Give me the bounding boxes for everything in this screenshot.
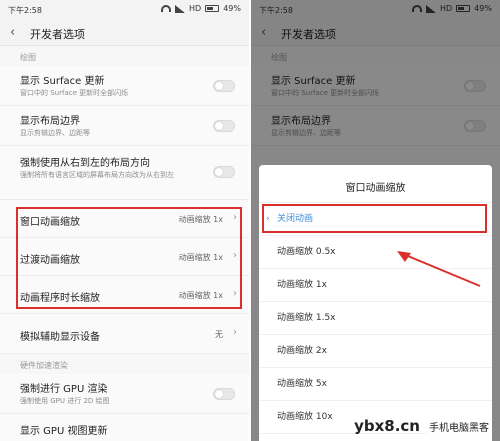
- row-subtitle: 强制将所有语言区域的屏幕布局方向改为从右到左: [20, 171, 174, 179]
- battery-label: 49%: [223, 4, 241, 13]
- battery-icon: [205, 5, 220, 12]
- row-subtitle: 强制使用 GPU 进行 2D 绘图: [20, 397, 110, 405]
- row-transition-animation[interactable]: 过渡动画缩放 动画缩放 1x ›: [0, 238, 249, 276]
- row-subtitle: 窗口中的 Surface 更新时全部闪烁: [20, 89, 129, 97]
- watermark-site: ybx8.cn: [354, 417, 420, 435]
- chevron-right-icon: ›: [266, 214, 270, 224]
- watermark-name: 手机电脑黑客: [426, 417, 492, 435]
- row-subtitle: 显示剪辑边界、边距等: [20, 129, 90, 137]
- toggle-switch[interactable]: [213, 80, 235, 92]
- arrow-annotation: [397, 251, 481, 287]
- row-value: 动画缩放 1x: [178, 291, 223, 300]
- status-time: 下午2:58: [8, 6, 42, 15]
- row-gpu-view-updates[interactable]: 显示 GPU 视图更新: [0, 414, 249, 441]
- option-label: 动画缩放 2x: [277, 346, 327, 356]
- row-simulate-display[interactable]: 模拟辅助显示设备 无 ›: [0, 314, 249, 354]
- back-icon[interactable]: ‹: [10, 25, 15, 40]
- wifi-icon: [161, 5, 172, 12]
- row-layout-bounds[interactable]: 显示布局边界 显示剪辑边界、边距等: [0, 106, 249, 146]
- option-5x[interactable]: 动画缩放 5x: [259, 368, 492, 401]
- row-title: 强制使用从右到左的布局方向: [20, 158, 150, 169]
- right-screenshot: 下午2:58 HD 49% ‹ 开发者选项 绘图 显示 Surface 更新 窗…: [251, 0, 500, 441]
- animation-scale-dialog: 窗口动画缩放 › 关闭动画 动画缩放 0.5x 动画缩放 1x 动画缩放 1.5…: [259, 165, 492, 441]
- toggle-switch[interactable]: [213, 388, 235, 400]
- dialog-title: 窗口动画缩放: [259, 165, 492, 203]
- row-force-gpu[interactable]: 强制进行 GPU 渲染 强制使用 GPU 进行 2D 绘图: [0, 374, 249, 414]
- row-surface-updates[interactable]: 显示 Surface 更新 窗口中的 Surface 更新时全部闪烁: [0, 66, 249, 106]
- row-value: 动画缩放 1x: [178, 215, 223, 224]
- option-label: 动画缩放 0.5x: [277, 247, 336, 257]
- row-title: 显示 GPU 视图更新: [20, 426, 108, 437]
- row-value: 无: [215, 330, 223, 339]
- toggle-switch[interactable]: [213, 166, 235, 178]
- row-animator-duration[interactable]: 动画程序时长缩放 动画缩放 1x ›: [0, 276, 249, 314]
- row-value: 动画缩放 1x: [178, 253, 223, 262]
- signal-icon: [175, 4, 186, 13]
- option-label: 关闭动画: [277, 214, 314, 224]
- option-1-5x[interactable]: 动画缩放 1.5x: [259, 302, 492, 335]
- option-label: 动画缩放 1.5x: [277, 313, 336, 323]
- section-drawing: 绘图: [20, 53, 36, 62]
- page-title: 开发者选项: [30, 28, 85, 41]
- row-title: 显示布局边界: [20, 116, 80, 127]
- option-label: 动画缩放 1x: [277, 280, 327, 290]
- chevron-right-icon: ›: [233, 327, 237, 338]
- option-off[interactable]: › 关闭动画: [259, 203, 492, 236]
- chevron-right-icon: ›: [233, 212, 237, 223]
- row-window-animation[interactable]: 窗口动画缩放 动画缩放 1x ›: [0, 200, 249, 238]
- row-title: 模拟辅助显示设备: [20, 332, 100, 343]
- watermark: ybx8.cn 手机电脑黑客: [354, 417, 492, 435]
- network-label: HD: [189, 4, 202, 13]
- option-2x[interactable]: 动画缩放 2x: [259, 335, 492, 368]
- row-rtl-layout[interactable]: 强制使用从右到左的布局方向 强制将所有语言区域的屏幕布局方向改为从右到左: [0, 146, 249, 200]
- title-bar: ‹ 开发者选项: [0, 20, 249, 46]
- chevron-right-icon: ›: [233, 288, 237, 299]
- left-screenshot: 下午2:58 HD 49% ‹ 开发者选项 绘图 显示 Surface 更新 窗…: [0, 0, 249, 441]
- toggle-switch[interactable]: [213, 120, 235, 132]
- option-label: 动画缩放 10x: [277, 412, 333, 422]
- row-title: 显示 Surface 更新: [20, 76, 105, 87]
- row-title: 强制进行 GPU 渲染: [20, 384, 108, 395]
- section-hardware: 硬件加速渲染: [20, 361, 68, 370]
- chevron-right-icon: ›: [233, 250, 237, 261]
- option-label: 动画缩放 5x: [277, 379, 327, 389]
- status-bar: 下午2:58 HD 49%: [0, 0, 249, 20]
